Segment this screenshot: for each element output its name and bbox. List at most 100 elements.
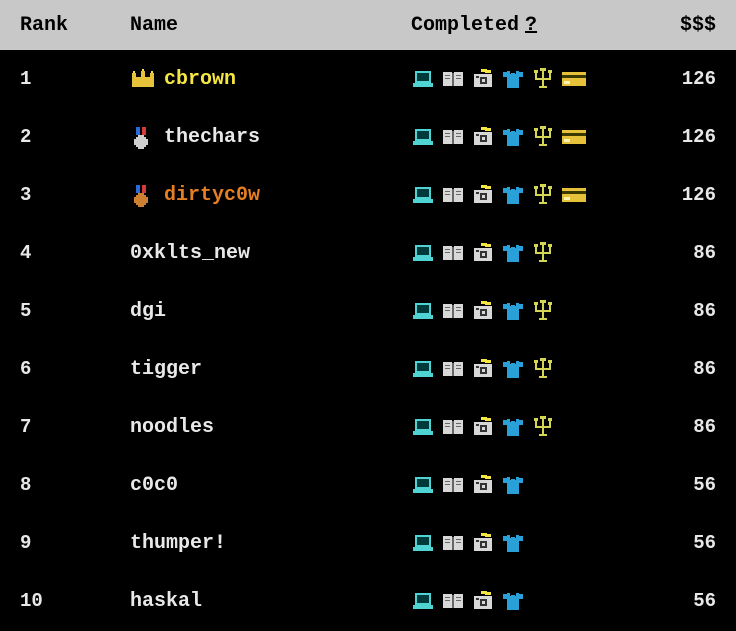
header-rank: Rank bbox=[20, 14, 130, 37]
trident-icon bbox=[531, 126, 555, 148]
name-cell: dgi bbox=[130, 300, 411, 323]
completed-cell bbox=[411, 126, 636, 148]
header-name: Name bbox=[130, 14, 411, 37]
table-row[interactable]: 7noodles bbox=[20, 398, 716, 456]
laptop-icon bbox=[411, 475, 435, 495]
shirt-icon bbox=[501, 127, 525, 147]
name-cell: dirtyc0w bbox=[130, 184, 411, 207]
money-cell: 56 bbox=[636, 532, 716, 554]
money-cell: 126 bbox=[636, 126, 716, 148]
money-cell: 56 bbox=[636, 590, 716, 612]
laptop-icon bbox=[411, 591, 435, 611]
trident-icon bbox=[531, 358, 555, 380]
table-row[interactable]: 2 thechars bbox=[20, 108, 716, 166]
completed-cell bbox=[411, 416, 636, 438]
completed-cell bbox=[411, 68, 636, 90]
leaderboard-header: Rank Name Completed ? $$$ bbox=[0, 0, 736, 50]
rank-cell: 10 bbox=[20, 590, 130, 612]
shirt-icon bbox=[501, 359, 525, 379]
book-icon bbox=[441, 301, 465, 321]
completed-cell bbox=[411, 475, 636, 495]
laptop-icon bbox=[411, 417, 435, 437]
table-row[interactable]: 6tigger bbox=[20, 340, 716, 398]
rank-cell: 8 bbox=[20, 474, 130, 496]
table-row[interactable]: 10haskal 56 bbox=[20, 572, 716, 630]
card-icon bbox=[561, 186, 587, 204]
rank-cell: 3 bbox=[20, 184, 130, 206]
camera-icon bbox=[471, 475, 495, 495]
help-icon[interactable]: ? bbox=[525, 14, 537, 37]
shirt-icon bbox=[501, 243, 525, 263]
header-completed: Completed ? bbox=[411, 14, 636, 37]
name-cell: cbrown bbox=[130, 68, 411, 91]
completed-cell bbox=[411, 184, 636, 206]
trident-icon bbox=[531, 68, 555, 90]
completed-cell bbox=[411, 300, 636, 322]
completed-cell bbox=[411, 533, 636, 553]
player-name[interactable]: noodles bbox=[130, 416, 214, 439]
shirt-icon bbox=[501, 475, 525, 495]
player-name[interactable]: thechars bbox=[164, 126, 260, 149]
completed-cell bbox=[411, 358, 636, 380]
book-icon bbox=[441, 359, 465, 379]
table-row[interactable]: 9thumper! 56 bbox=[20, 514, 716, 572]
player-name[interactable]: dirtyc0w bbox=[164, 184, 260, 207]
table-row[interactable]: 40xklts_new bbox=[20, 224, 716, 282]
book-icon bbox=[441, 243, 465, 263]
money-cell: 126 bbox=[636, 184, 716, 206]
money-cell: 56 bbox=[636, 474, 716, 496]
name-cell: c0c0 bbox=[130, 474, 411, 497]
header-money: $$$ bbox=[636, 14, 716, 37]
name-cell: thechars bbox=[130, 126, 411, 149]
laptop-icon bbox=[411, 533, 435, 553]
player-name[interactable]: tigger bbox=[130, 358, 202, 381]
camera-icon bbox=[471, 127, 495, 147]
money-cell: 126 bbox=[636, 68, 716, 90]
rank-cell: 4 bbox=[20, 242, 130, 264]
table-row[interactable]: 5dgi bbox=[20, 282, 716, 340]
camera-icon bbox=[471, 359, 495, 379]
camera-icon bbox=[471, 69, 495, 89]
table-row[interactable]: 8c0c0 56 bbox=[20, 456, 716, 514]
player-name[interactable]: cbrown bbox=[164, 68, 236, 91]
name-cell: 0xklts_new bbox=[130, 242, 411, 265]
camera-icon bbox=[471, 417, 495, 437]
camera-icon bbox=[471, 185, 495, 205]
player-name[interactable]: c0c0 bbox=[130, 474, 178, 497]
book-icon bbox=[441, 417, 465, 437]
trident-icon bbox=[531, 300, 555, 322]
laptop-icon bbox=[411, 69, 435, 89]
medal-icon bbox=[130, 185, 156, 205]
laptop-icon bbox=[411, 185, 435, 205]
money-cell: 86 bbox=[636, 242, 716, 264]
player-name[interactable]: dgi bbox=[130, 300, 166, 323]
completed-cell bbox=[411, 591, 636, 611]
player-name[interactable]: haskal bbox=[130, 590, 202, 613]
laptop-icon bbox=[411, 359, 435, 379]
trident-icon bbox=[531, 242, 555, 264]
camera-icon bbox=[471, 533, 495, 553]
table-row[interactable]: 3 dirtyc0w bbox=[20, 166, 716, 224]
shirt-icon bbox=[501, 301, 525, 321]
money-cell: 86 bbox=[636, 358, 716, 380]
table-row[interactable]: 1 cbrown bbox=[20, 50, 716, 108]
completed-cell bbox=[411, 242, 636, 264]
money-cell: 86 bbox=[636, 300, 716, 322]
player-name[interactable]: thumper! bbox=[130, 532, 226, 555]
book-icon bbox=[441, 127, 465, 147]
camera-icon bbox=[471, 591, 495, 611]
medal-icon bbox=[130, 127, 156, 147]
name-cell: tigger bbox=[130, 358, 411, 381]
camera-icon bbox=[471, 243, 495, 263]
name-cell: haskal bbox=[130, 590, 411, 613]
trident-icon bbox=[531, 416, 555, 438]
laptop-icon bbox=[411, 243, 435, 263]
book-icon bbox=[441, 475, 465, 495]
trident-icon bbox=[531, 184, 555, 206]
camera-icon bbox=[471, 301, 495, 321]
player-name[interactable]: 0xklts_new bbox=[130, 242, 250, 265]
shirt-icon bbox=[501, 533, 525, 553]
laptop-icon bbox=[411, 301, 435, 321]
rank-cell: 7 bbox=[20, 416, 130, 438]
shirt-icon bbox=[501, 69, 525, 89]
